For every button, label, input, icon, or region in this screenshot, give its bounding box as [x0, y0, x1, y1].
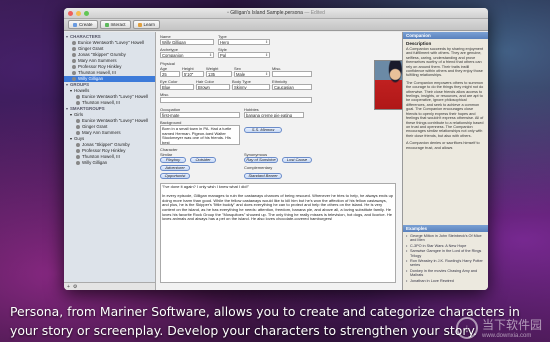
example-item: Ron Weasley in J.K. Rowling's Harry Pott… [406, 259, 485, 268]
person-icon [72, 77, 76, 81]
interact-label: Interact [110, 22, 126, 27]
document-icon: ▫ [227, 10, 229, 16]
name-field[interactable]: Willy Gilligan [160, 39, 214, 45]
examples-header: Examples [403, 225, 488, 232]
height-field[interactable]: 5'10" [182, 71, 204, 77]
example-item: C-3PO in Star Wars: A New Hope [406, 244, 485, 249]
create-label: Create [79, 22, 93, 27]
trait-playboy[interactable]: Playboy [160, 157, 186, 163]
trait-adventurer[interactable]: Adventurer [160, 165, 190, 171]
body-type-field[interactable]: Skinny [232, 84, 270, 90]
person-icon [76, 149, 80, 153]
sex-select[interactable]: Male [234, 71, 270, 77]
interact-icon [104, 22, 109, 27]
add-button[interactable]: + [67, 284, 70, 290]
age-field[interactable]: 25 [160, 71, 180, 77]
person-icon [76, 101, 80, 105]
archetype-select[interactable]: Companion [160, 52, 214, 58]
ship-tag[interactable]: S.S. Minnow [244, 127, 282, 133]
sidebar-footer: + ⚙ [64, 282, 155, 290]
trait-ray-of-sunshine[interactable]: Ray of Sunshine [244, 157, 278, 163]
learn-icon [137, 22, 142, 27]
trait-lost-cause[interactable]: Lost Cause [282, 157, 312, 163]
type-select[interactable]: Hero [218, 39, 270, 45]
examples-list: George Milton in John Steinbeck's Of Mic… [403, 233, 488, 285]
interact-button[interactable]: Interact [99, 20, 131, 29]
settings-gear-icon[interactable]: ⚙ [73, 284, 77, 290]
hair-color-field[interactable]: Brown [196, 84, 230, 90]
toolbar: Create Interact Learn [64, 19, 488, 31]
person-icon [72, 59, 76, 63]
character-editor: Name Willy Gilligan Type Hero Archetype … [156, 32, 415, 290]
example-item: Jonathan in Love Rewired [406, 279, 485, 284]
window-title-text: Gilligan's Island Sample.persona [230, 10, 303, 16]
misc-field[interactable] [272, 71, 312, 77]
trait-opportunist[interactable]: Opportunist [160, 173, 190, 179]
watermark-url: www.downxia.com [481, 333, 532, 339]
person-icon [72, 47, 76, 51]
notes-textarea[interactable]: "I've done it again? I only wish I knew … [160, 183, 396, 283]
example-item: George Milton in John Steinbeck's Of Mic… [406, 234, 485, 243]
person-icon [72, 65, 76, 69]
sidebar-list: ▼ CHARACTERS Eunice Wentworth "Lovey" Howe… [64, 34, 155, 166]
sidebar-item-label: Willy Gilligan [82, 160, 108, 165]
sidebar-item[interactable]: Willy Gilligan [64, 160, 155, 166]
description-text: A Companion succeeds by sharing enjoymen… [403, 47, 488, 150]
description-paragraph: The Companion empowers others to summon … [406, 80, 484, 138]
create-icon [73, 22, 77, 27]
companion-panel-header: Companion [403, 32, 488, 39]
person-icon [76, 125, 80, 129]
watermark-logo-icon: ↓ [455, 316, 478, 339]
person-icon [76, 95, 80, 99]
person-icon [76, 155, 80, 159]
learn-button[interactable]: Learn [132, 20, 161, 29]
companion-info-panel: Companion Description A Companion succee… [402, 32, 488, 290]
person-icon [76, 131, 80, 135]
occupation-field[interactable]: first-mate [160, 112, 240, 118]
trait-standard-bearer[interactable]: Standard Bearer [244, 173, 282, 179]
example-item: Samwise Gamgee in the Lord of the Rings … [406, 249, 485, 258]
title-bar: ▫ Gilligan's Island Sample.persona — Edi… [64, 8, 488, 19]
create-button[interactable]: Create [68, 20, 98, 29]
description-paragraph: A Companion denies or sacrifices himself… [406, 141, 480, 150]
example-item: Donkey in the movies Chasing Amy and Mal… [406, 269, 485, 278]
complementary-label: Complementary [244, 165, 273, 170]
person-icon [76, 161, 80, 165]
edited-status: — Edited [304, 10, 325, 16]
person-icon [72, 41, 76, 45]
weight-field[interactable]: 135 [206, 71, 232, 77]
trait-outsider[interactable]: Outsider [190, 157, 216, 163]
sidebar: ▼ CHARACTERS Eunice Wentworth "Lovey" Howe… [64, 32, 156, 290]
watermark-text: 当下软件园 [481, 318, 542, 332]
person-icon [72, 71, 76, 75]
person-icon [76, 143, 80, 147]
ethnicity-field[interactable]: Caucasian [272, 84, 312, 90]
misc2-field[interactable] [160, 97, 312, 103]
watermark: ↓ 当下软件园 www.downxia.com [455, 316, 542, 339]
app-window: ▫ Gilligan's Island Sample.persona — Edi… [64, 8, 488, 290]
description-title: Description [406, 41, 432, 46]
sidebar-item-label: Mary Ann Summers [82, 130, 121, 135]
description-paragraph: A Companion succeeds by sharing enjoymen… [406, 47, 484, 78]
window-title: ▫ Gilligan's Island Sample.persona — Edi… [64, 10, 488, 16]
person-icon [72, 53, 76, 57]
background-textarea[interactable]: Born in a small town in PA. Had a turtle… [160, 125, 240, 145]
person-icon [76, 119, 80, 123]
hobbies-field[interactable]: banana creme pie eating [244, 112, 304, 118]
eye-color-field[interactable]: Blue [160, 84, 194, 90]
style-select[interactable]: Pal [218, 52, 270, 58]
learn-label: Learn [143, 22, 156, 27]
